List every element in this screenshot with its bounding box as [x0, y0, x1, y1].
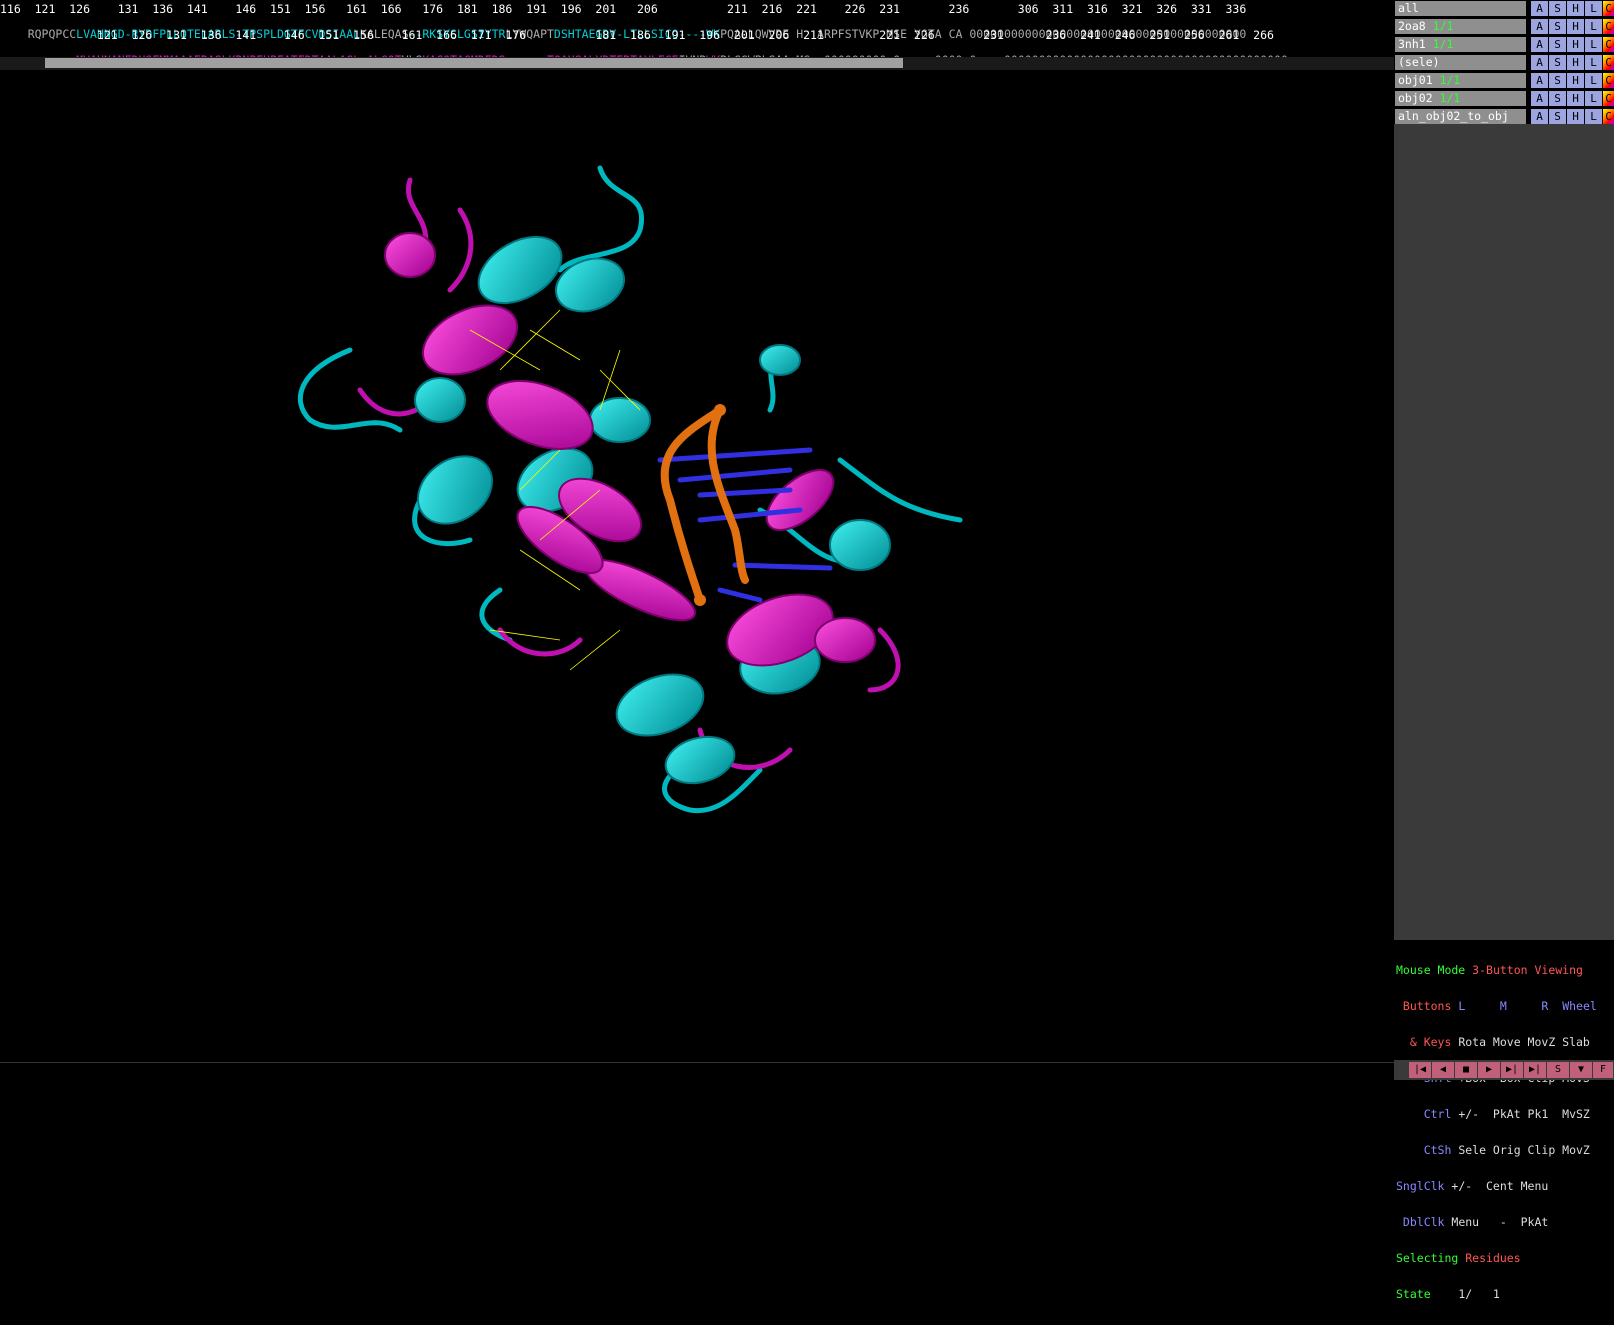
color-button[interactable]: C [1603, 73, 1614, 88]
show-button[interactable]: S [1549, 37, 1566, 52]
hide-button[interactable]: H [1567, 1, 1584, 16]
object-name[interactable]: 2oa8 1/1 [1395, 19, 1526, 34]
object-row-aln[interactable]: aln_obj02_to_obj A S H L C [1394, 108, 1614, 125]
sequence-numbers-bottom: 121 126 131 136 141 146 151 156 161 166 … [0, 28, 1274, 42]
show-button[interactable]: S [1549, 109, 1566, 124]
selecting-label: Selecting [1396, 1251, 1466, 1265]
menu-toggle-button[interactable]: ▼ [1570, 1062, 1592, 1078]
hide-button[interactable]: H [1567, 109, 1584, 124]
selecting-mode[interactable]: Residues [1465, 1251, 1520, 1265]
show-button[interactable]: S [1549, 73, 1566, 88]
action-button[interactable]: A [1531, 37, 1548, 52]
rewind-button[interactable]: |◀ [1409, 1062, 1431, 1078]
action-button[interactable]: A [1531, 55, 1548, 70]
show-button[interactable]: S [1549, 1, 1566, 16]
color-button[interactable]: C [1603, 1, 1614, 16]
object-row-3nh1[interactable]: 3nh1 1/1 A S H L C [1394, 36, 1614, 53]
object-row-all[interactable]: all A S H L C [1394, 0, 1614, 17]
object-row-obj02[interactable]: obj02 1/1 A S H L C [1394, 90, 1614, 107]
button-m: M [1465, 999, 1542, 1013]
ctrlshift-label: CtSh [1396, 1143, 1459, 1157]
color-button[interactable]: C [1603, 19, 1614, 34]
protein-cartoon-render [298, 165, 963, 814]
label-button[interactable]: L [1585, 55, 1602, 70]
forward-button[interactable]: ▶| [1501, 1062, 1523, 1078]
object-row-sele[interactable]: (sele) A S H L C [1394, 54, 1614, 71]
state-label: State [1396, 1287, 1445, 1301]
label-button[interactable]: L [1585, 1, 1602, 16]
show-button[interactable]: S [1549, 91, 1566, 106]
action-button[interactable]: A [1531, 91, 1548, 106]
ctrl-actions: +/- PkAt Pk1 MvSZ [1458, 1107, 1590, 1121]
ligand-backbone [660, 406, 749, 604]
hide-button[interactable]: H [1567, 91, 1584, 106]
action-button[interactable]: A [1531, 109, 1548, 124]
label-button[interactable]: L [1585, 37, 1602, 52]
label-button[interactable]: L [1585, 73, 1602, 88]
object-name[interactable]: aln_obj02_to_obj [1395, 109, 1526, 124]
action-button[interactable]: A [1531, 1, 1548, 16]
button-wheel: Wheel [1548, 999, 1597, 1013]
double-click-label: DblClk [1396, 1215, 1452, 1229]
ctrlshift-actions: Sele Orig Clip MovZ [1458, 1143, 1590, 1157]
stop-button[interactable]: ■ [1455, 1062, 1477, 1078]
object-row-obj01[interactable]: obj01 1/1 A S H L C [1394, 72, 1614, 89]
movie-controls: |◀ ◀ ■ ▶ ▶| ▶| S ▼ F [1394, 1060, 1614, 1080]
label-button[interactable]: L [1585, 109, 1602, 124]
keys-actions: Rota Move MovZ Slab [1458, 1035, 1590, 1049]
ctrl-label: Ctrl [1396, 1107, 1459, 1121]
label-button[interactable]: L [1585, 91, 1602, 106]
mouse-mode-panel[interactable]: Mouse Mode 3-Button Viewing Buttons L M … [1396, 940, 1614, 1324]
hide-button[interactable]: H [1567, 73, 1584, 88]
command-line[interactable] [0, 1062, 1394, 1081]
sequence-scrollbar-thumb[interactable] [45, 58, 903, 68]
single-click-label: SnglClk [1396, 1179, 1452, 1193]
show-button[interactable]: S [1549, 19, 1566, 34]
object-row-2oa8[interactable]: 2oa8 1/1 A S H L C [1394, 18, 1614, 35]
fullscreen-button[interactable]: F [1593, 1062, 1613, 1078]
object-name[interactable]: 3nh1 1/1 [1395, 37, 1526, 52]
single-click-actions: +/- Cent Menu [1451, 1179, 1549, 1193]
object-name[interactable]: (sele) [1395, 55, 1526, 70]
object-name[interactable]: obj01 1/1 [1395, 73, 1526, 88]
action-button[interactable]: A [1531, 73, 1548, 88]
state-value: 1/ 1 [1444, 1287, 1500, 1301]
show-button[interactable]: S [1549, 55, 1566, 70]
sculpt-button[interactable]: S [1547, 1062, 1569, 1078]
sequence-numbers-top: 116 121 126 131 136 141 146 151 156 161 … [0, 2, 1247, 16]
play-button[interactable]: ▶ [1478, 1062, 1500, 1078]
object-name[interactable]: obj02 1/1 [1395, 91, 1526, 106]
action-button[interactable]: A [1531, 19, 1548, 34]
object-panel: all A S H L C 2oa8 1/1 A S H L C 3nh1 1/… [1394, 0, 1614, 1300]
mouse-mode-value[interactable]: 3-Button Viewing [1472, 963, 1583, 977]
object-panel-empty-area [1394, 124, 1614, 940]
back-button[interactable]: ◀ [1432, 1062, 1454, 1078]
mouse-mode-label: Mouse Mode [1396, 963, 1473, 977]
color-button[interactable]: C [1603, 91, 1614, 106]
sequence-scrollbar[interactable] [0, 57, 1394, 70]
hide-button[interactable]: H [1567, 19, 1584, 34]
molecular-viewport[interactable] [0, 70, 1394, 1062]
end-button[interactable]: ▶| [1524, 1062, 1546, 1078]
label-button[interactable]: L [1585, 19, 1602, 34]
buttons-label: Buttons [1396, 999, 1459, 1013]
object-name[interactable]: all [1395, 1, 1526, 16]
color-button[interactable]: C [1603, 109, 1614, 124]
color-button[interactable]: C [1603, 55, 1614, 70]
color-button[interactable]: C [1603, 37, 1614, 52]
double-click-actions: Menu - PkAt [1451, 1215, 1549, 1229]
hide-button[interactable]: H [1567, 55, 1584, 70]
keys-label: & Keys [1396, 1035, 1459, 1049]
hide-button[interactable]: H [1567, 37, 1584, 52]
